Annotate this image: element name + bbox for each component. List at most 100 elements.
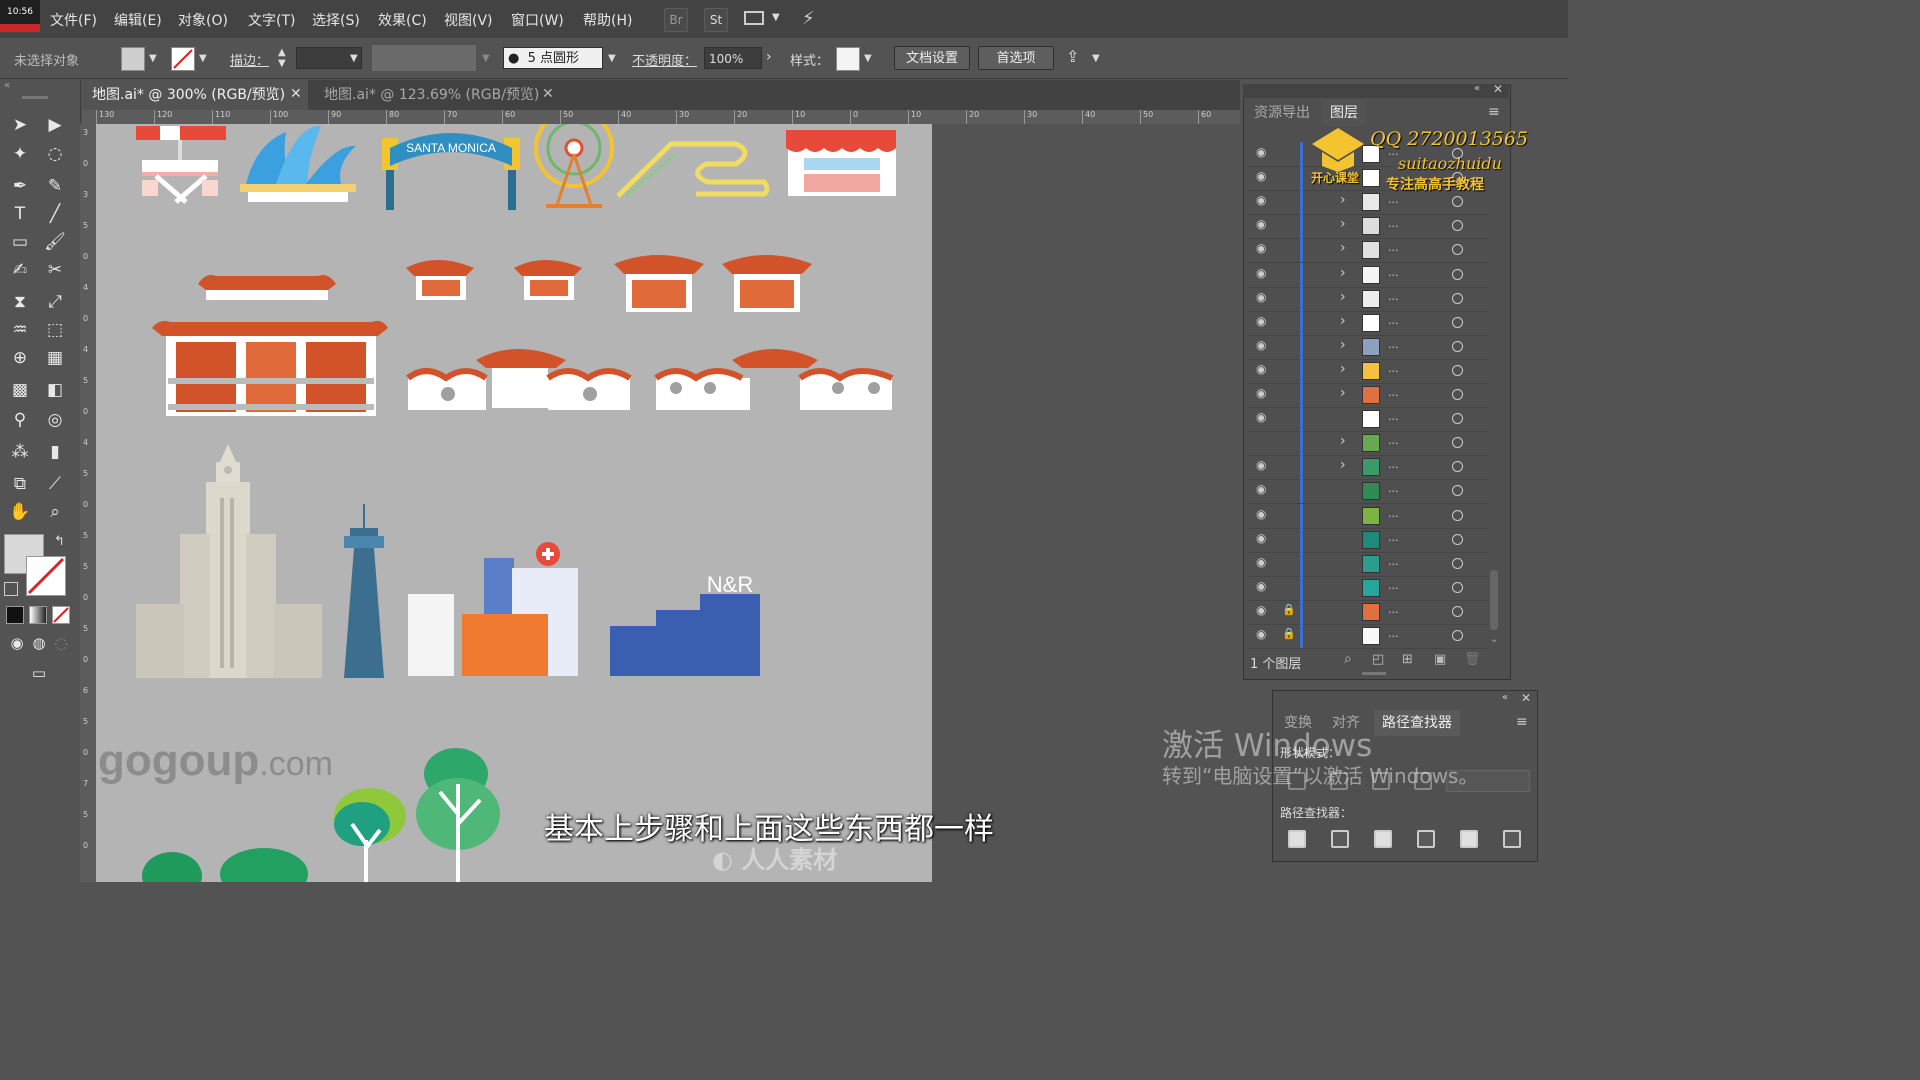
curvature-tool-icon[interactable]: ✎ [42, 173, 68, 199]
eye-icon[interactable]: ◉ [1256, 555, 1266, 569]
layer-row[interactable]: ◉... [1248, 551, 1488, 577]
variable-width-profile[interactable] [372, 45, 476, 71]
eye-icon[interactable]: ◉ [1256, 507, 1266, 521]
tab-document-300[interactable]: 地图.ai* @ 300% (RGB/预览) [82, 80, 308, 110]
lock-toggle[interactable] [1282, 217, 1296, 233]
chevron-right-icon[interactable]: › [1340, 433, 1346, 449]
arrange-documents-icon[interactable]: ⇪ [1066, 47, 1079, 66]
gpu-performance-icon[interactable]: ⚡ [802, 8, 815, 29]
menu-object[interactable]: 对象(O) [178, 10, 228, 30]
stroke-color-box[interactable] [26, 556, 66, 596]
stroke-stepper-icon[interactable]: ▲ ▼ [278, 47, 286, 69]
panel-menu-icon[interactable]: ≡ [1488, 104, 1500, 120]
make-clipping-mask-icon[interactable]: ◰ [1372, 652, 1384, 667]
magic-wand-tool-icon[interactable]: ✦ [7, 141, 33, 167]
paintbrush-tool-icon[interactable]: 🖌 [42, 229, 68, 255]
workspace-layout-icon[interactable] [744, 11, 764, 25]
chevron-down-icon[interactable]: ▼ [350, 53, 358, 64]
target-circle-icon[interactable] [1452, 581, 1463, 593]
layer-row[interactable]: ◉ 🔒... [1248, 599, 1488, 625]
lock-toggle[interactable] [1282, 507, 1296, 523]
target-circle-icon[interactable] [1452, 485, 1463, 497]
eye-icon[interactable]: ◉ [1256, 241, 1266, 255]
brush-definition[interactable]: ● 5 点圆形 [503, 47, 603, 69]
trim-icon[interactable] [1331, 830, 1349, 848]
graphic-style-swatch[interactable] [836, 47, 860, 71]
layer-row[interactable]: ◉ 🔒... [1248, 624, 1488, 649]
hand-tool-icon[interactable]: ✋ [7, 499, 33, 525]
delete-layer-icon[interactable]: 🗑 [1464, 652, 1481, 667]
pen-tool-icon[interactable]: ✒ [7, 173, 33, 199]
screen-mode-icon[interactable]: ▭ [26, 660, 52, 686]
eye-icon[interactable]: ◉ [1256, 217, 1266, 231]
free-transform-tool-icon[interactable]: ⬚ [42, 317, 68, 343]
lock-toggle[interactable] [1282, 314, 1296, 330]
scroll-down-icon[interactable]: ⌄ [1490, 634, 1498, 645]
eye-icon[interactable]: ◉ [1256, 627, 1266, 641]
eye-icon[interactable]: ◉ [1256, 145, 1266, 159]
target-circle-icon[interactable] [1452, 268, 1463, 280]
chevron-down-icon[interactable]: ▼ [482, 53, 490, 64]
eye-icon[interactable]: ◉ [1256, 603, 1266, 617]
target-circle-icon[interactable] [1452, 557, 1463, 569]
lock-toggle[interactable] [1282, 362, 1296, 378]
menu-help[interactable]: 帮助(H) [583, 10, 632, 30]
rectangle-tool-icon[interactable]: ▭ [7, 229, 33, 255]
warp-tool-icon[interactable]: ♒ [7, 317, 33, 343]
lock-toggle[interactable] [1282, 386, 1296, 402]
lock-toggle[interactable] [1282, 169, 1296, 185]
lasso-tool-icon[interactable]: ◌ [42, 141, 68, 167]
roller-coaster-illustration[interactable] [616, 141, 770, 198]
column-graph-tool-icon[interactable]: ▮ [42, 439, 68, 465]
panel-menu-icon[interactable]: ≡ [1516, 714, 1528, 730]
chevron-down-icon[interactable]: ▼ [772, 12, 780, 23]
type-tool-icon[interactable]: T [7, 201, 33, 227]
chevron-right-icon[interactable]: › [1340, 265, 1346, 281]
target-circle-icon[interactable] [1452, 389, 1463, 400]
mesh-tool-icon[interactable]: ▩ [7, 377, 33, 403]
selection-tool-icon[interactable]: ➤ [7, 112, 33, 138]
fill-swatch[interactable] [121, 47, 145, 71]
chinese-palace-illustration[interactable] [152, 275, 388, 416]
merge-icon[interactable] [1374, 830, 1392, 848]
stroke-label[interactable]: 描边： [230, 50, 269, 69]
locate-object-icon[interactable]: ⌕ [1344, 651, 1352, 667]
bush-illustration[interactable] [142, 848, 308, 882]
layer-row[interactable]: ◉ ›... [1248, 455, 1488, 481]
target-circle-icon[interactable] [1452, 292, 1463, 304]
layer-row[interactable]: ◉... [1248, 479, 1488, 505]
default-colors-icon[interactable] [4, 582, 18, 596]
target-circle-icon[interactable] [1452, 413, 1463, 425]
create-sublayer-icon[interactable]: ⊞ [1402, 652, 1413, 667]
layer-row[interactable]: ◉ ›... [1248, 286, 1488, 312]
symbol-sprayer-tool-icon[interactable]: ⁂ [7, 439, 33, 465]
tab-pathfinder[interactable]: 路径查找器 [1374, 710, 1460, 736]
tab-layers[interactable]: 图层 [1322, 100, 1366, 126]
target-circle-icon[interactable] [1452, 244, 1463, 256]
create-new-layer-icon[interactable]: ▣ [1434, 652, 1446, 667]
scale-tool-icon[interactable]: ⤢ [42, 289, 68, 315]
eye-icon[interactable]: ◉ [1256, 410, 1266, 424]
outline-icon[interactable] [1460, 830, 1478, 848]
none-mode-icon[interactable] [52, 606, 70, 624]
layers-scrollbar-thumb[interactable] [1490, 570, 1498, 630]
lock-toggle[interactable] [1282, 241, 1296, 257]
zoom-tool-icon[interactable]: ⌕ [42, 499, 68, 525]
city-hall-illustration[interactable] [136, 444, 322, 678]
target-circle-icon[interactable] [1452, 316, 1463, 328]
target-circle-icon[interactable] [1452, 630, 1463, 641]
lock-toggle[interactable] [1282, 531, 1296, 547]
menu-effect[interactable]: 效果(C) [378, 10, 427, 30]
layer-row[interactable]: ◉ ›... [1248, 383, 1488, 408]
ferris-wheel-illustration[interactable] [534, 124, 614, 209]
color-mode-icon[interactable] [6, 606, 24, 624]
chevron-right-icon[interactable]: › [1340, 385, 1346, 401]
opacity-label[interactable]: 不透明度： [632, 50, 697, 69]
tree-illustration[interactable] [416, 748, 500, 882]
chevron-right-icon[interactable]: › [1340, 240, 1346, 256]
eye-icon[interactable]: ◉ [1256, 314, 1266, 328]
artboard-tool-icon[interactable]: ⧉ [7, 471, 33, 497]
chevron-down-icon[interactable]: ▼ [199, 53, 207, 64]
target-circle-icon[interactable] [1452, 509, 1463, 521]
lock-toggle[interactable] [1282, 482, 1296, 498]
